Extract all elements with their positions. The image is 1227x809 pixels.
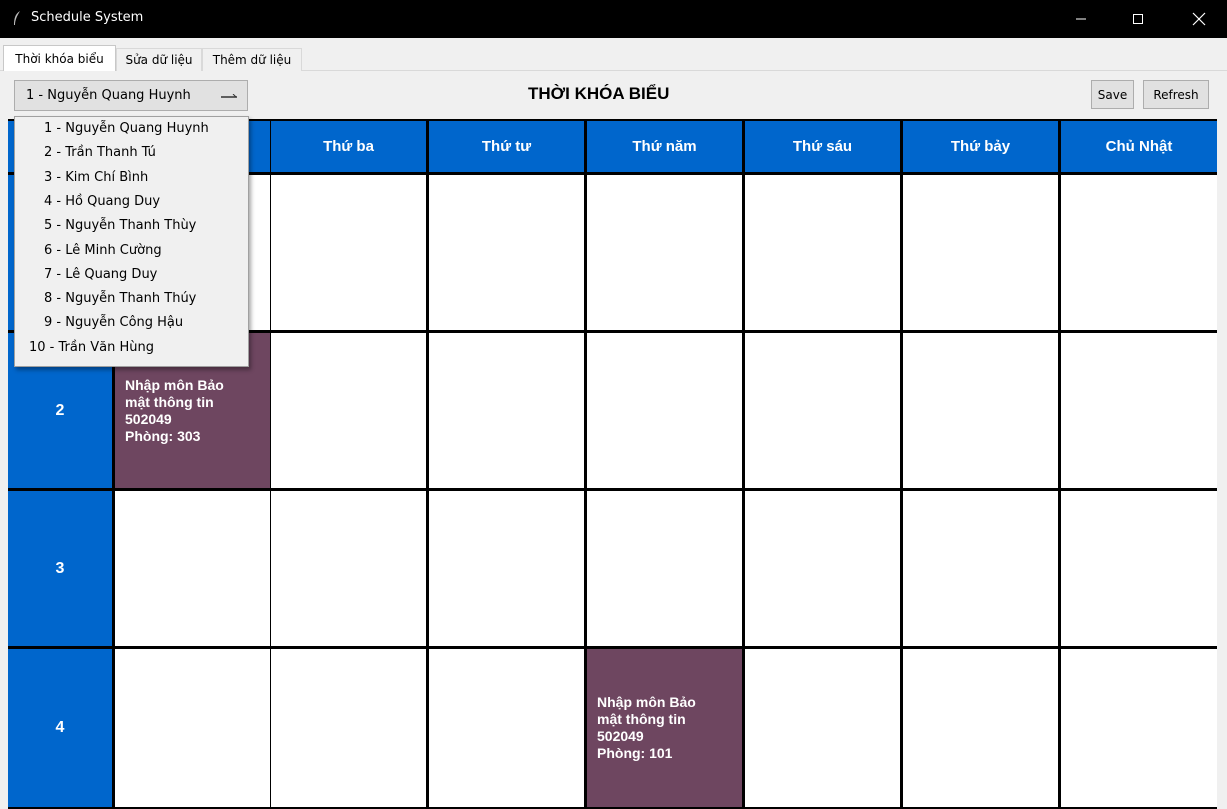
empty-slot[interactable] xyxy=(1061,491,1217,646)
teacher-option[interactable]: 6 - Lê Minh Cường xyxy=(44,243,162,258)
empty-slot[interactable] xyxy=(271,333,426,488)
empty-slot[interactable] xyxy=(587,491,742,646)
empty-slot[interactable] xyxy=(745,175,900,330)
tab-label: Thêm dữ liệu xyxy=(212,53,292,67)
teacher-option[interactable]: 10 - Trần Văn Hùng xyxy=(29,340,154,355)
refresh-button[interactable]: Refresh xyxy=(1143,80,1209,109)
period-label: 3 xyxy=(8,491,112,646)
empty-slot[interactable] xyxy=(903,175,1058,330)
course-text: Nhập môn Bảo mật thông tin 502049 Phòng:… xyxy=(125,376,224,444)
course-text: Nhập môn Bảo mật thông tin 502049 Phòng:… xyxy=(597,694,696,761)
day-header: Thứ năm xyxy=(587,121,742,172)
teacher-select-value: 1 - Nguyễn Quang Huynh xyxy=(26,88,191,103)
day-header: Thứ ba xyxy=(271,121,426,172)
tab-schedule[interactable]: Thời khóa biểu xyxy=(3,45,116,71)
feather-icon xyxy=(14,11,20,25)
empty-slot[interactable] xyxy=(271,491,426,646)
empty-slot[interactable] xyxy=(1061,333,1217,488)
tab-label: Thời khóa biểu xyxy=(15,51,104,66)
tab-add-data[interactable]: Thêm dữ liệu xyxy=(202,48,302,71)
page-title: THỜI KHÓA BIỂU xyxy=(528,84,670,103)
period-label: 4 xyxy=(8,649,112,807)
maximize-icon xyxy=(1133,14,1143,24)
close-icon xyxy=(1192,12,1206,26)
course-slot[interactable]: Nhập môn Bảo mật thông tin 502049 Phòng:… xyxy=(587,649,742,807)
empty-slot[interactable] xyxy=(745,333,900,488)
day-header: Chủ Nhật xyxy=(1061,121,1217,172)
empty-slot[interactable] xyxy=(115,491,270,646)
empty-slot[interactable] xyxy=(587,175,742,330)
empty-slot[interactable] xyxy=(429,649,584,807)
dropdown-indicator-icon xyxy=(221,94,237,98)
maximize-button[interactable] xyxy=(1115,0,1161,38)
empty-slot[interactable] xyxy=(903,491,1058,646)
tab-bar: Thời khóa biểu Sửa dữ liệu Thêm dữ liệu xyxy=(0,39,1227,71)
teacher-option[interactable]: 5 - Nguyễn Thanh Thùy xyxy=(44,218,196,233)
empty-slot[interactable] xyxy=(429,491,584,646)
empty-slot[interactable] xyxy=(903,333,1058,488)
save-button[interactable]: Save xyxy=(1091,80,1134,109)
empty-slot[interactable] xyxy=(429,333,584,488)
empty-slot[interactable] xyxy=(429,175,584,330)
empty-slot[interactable] xyxy=(1061,649,1217,807)
day-header: Thứ tư xyxy=(429,121,584,172)
day-header: Thứ bảy xyxy=(903,121,1058,172)
empty-slot[interactable] xyxy=(271,649,426,807)
window-title: Schedule System xyxy=(31,10,144,25)
tab-label: Sửa dữ liệu xyxy=(125,53,193,67)
teacher-option[interactable]: 7 - Lê Quang Duy xyxy=(44,267,157,282)
empty-slot[interactable] xyxy=(745,491,900,646)
close-button[interactable] xyxy=(1176,0,1222,38)
empty-slot[interactable] xyxy=(1061,175,1217,330)
empty-slot[interactable] xyxy=(587,333,742,488)
empty-slot[interactable] xyxy=(271,175,426,330)
refresh-button-label: Refresh xyxy=(1153,87,1199,102)
teacher-select[interactable]: 1 - Nguyễn Quang Huynh xyxy=(14,80,248,111)
tab-edit-data[interactable]: Sửa dữ liệu xyxy=(116,48,202,71)
teacher-option[interactable]: 1 - Nguyễn Quang Huynh xyxy=(44,121,209,136)
teacher-option[interactable]: 2 - Trần Thanh Tú xyxy=(44,145,156,160)
day-header: Thứ sáu xyxy=(745,121,900,172)
teacher-option[interactable]: 3 - Kim Chí Bình xyxy=(44,170,148,185)
teacher-option[interactable]: 9 - Nguyễn Công Hậu xyxy=(44,315,183,330)
empty-slot[interactable] xyxy=(903,649,1058,807)
empty-slot[interactable] xyxy=(115,649,270,807)
empty-slot[interactable] xyxy=(745,649,900,807)
teacher-option[interactable]: 8 - Nguyễn Thanh Thúy xyxy=(44,291,196,306)
minimize-icon xyxy=(1076,18,1086,20)
title-bar: Schedule System xyxy=(0,0,1227,38)
teacher-dropdown-list: 1 - Nguyễn Quang Huynh 2 - Trần Thanh Tú 3… xyxy=(14,116,249,367)
teacher-option[interactable]: 4 - Hồ Quang Duy xyxy=(44,194,160,209)
minimize-button[interactable] xyxy=(1058,0,1104,38)
save-button-label: Save xyxy=(1097,87,1128,102)
